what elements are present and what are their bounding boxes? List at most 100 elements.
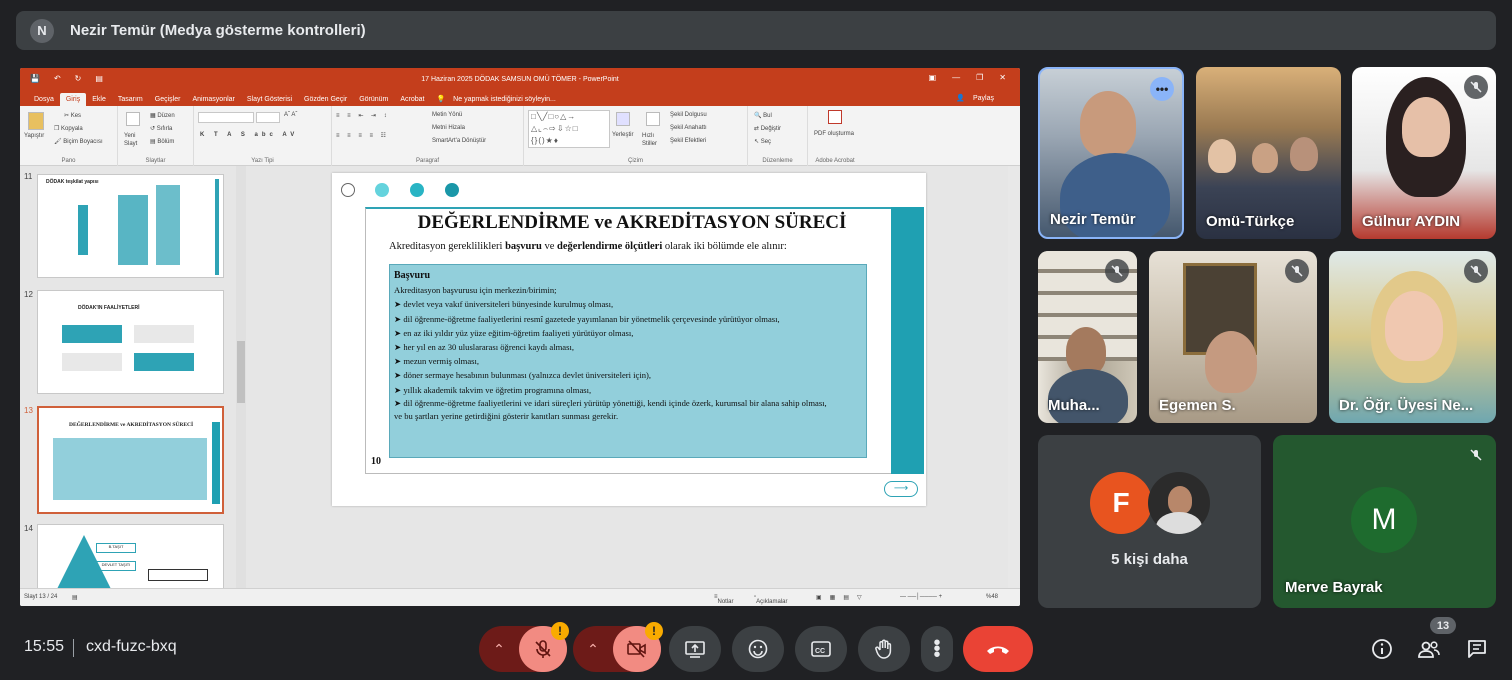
restore-icon[interactable]: ❐ [976, 73, 983, 82]
font-name-box[interactable] [198, 112, 254, 123]
minimize-icon[interactable]: — [952, 73, 960, 82]
reset-button[interactable]: ↺ Sıfırla [150, 125, 172, 132]
pdf-icon[interactable] [828, 110, 842, 124]
emoji-icon [748, 639, 768, 659]
font-grow-icon[interactable]: Aˆ Aˇ [284, 112, 297, 118]
chat-button[interactable] [1464, 636, 1490, 662]
section-button[interactable]: ▤ Bölüm [150, 138, 174, 145]
presenter-bar: N Nezir Temür (Medya gösterme kontroller… [16, 11, 1496, 50]
presenter-title[interactable]: Nezir Temür (Medya gösterme kontrolleri) [70, 22, 366, 39]
slide-thumbnail-12[interactable]: DÖDAK'IN FAALİYETLERİ [37, 290, 224, 394]
leave-call-button[interactable] [963, 626, 1033, 672]
participant-name: Muha... [1048, 397, 1100, 414]
copy-button[interactable]: ❐ Kopyala [54, 125, 83, 132]
slide-subtitle: Akreditasyon gereklilikleri başvuru ve d… [389, 241, 787, 252]
participant-tile-nezir[interactable]: ••• Nezir Temür [1038, 67, 1184, 239]
participant-name: Merve Bayrak [1285, 579, 1383, 596]
find-button[interactable]: 🔍 Bul [754, 112, 772, 119]
spellcheck-icon[interactable]: ▤ [72, 594, 78, 601]
shape-effects-button[interactable]: Şekil Efektleri [670, 138, 706, 144]
captions-button[interactable]: CC [795, 626, 847, 672]
thumbnail-scrollbar[interactable] [236, 166, 246, 596]
hand-icon [875, 639, 892, 659]
list-buttons[interactable]: ≡ ≡ ⇤ ⇥ ↕ [336, 112, 390, 119]
font-style-buttons[interactable]: K T A S abc AV [200, 132, 298, 138]
present-screen-button[interactable] [669, 626, 721, 672]
tab-ekle[interactable]: Ekle [86, 96, 112, 106]
font-size-box[interactable] [256, 112, 280, 123]
divider [73, 639, 74, 657]
tab-dosya[interactable]: Dosya [28, 96, 60, 106]
tab-gecisler[interactable]: Geçişler [149, 96, 187, 106]
paste-button[interactable]: Yapıştır [24, 133, 44, 139]
shape-outline-button[interactable]: Şekil Anahattı [670, 125, 707, 131]
thumb-shape [62, 325, 122, 343]
tab-gorunum[interactable]: Görünüm [353, 96, 394, 106]
paste-icon[interactable] [28, 112, 44, 130]
view-buttons[interactable]: ▣▦▤▽ [816, 594, 870, 601]
create-pdf-button[interactable]: PDF oluşturma [814, 130, 854, 138]
quick-styles-button[interactable]: Hızlı Stiller [642, 132, 662, 148]
arrange-icon[interactable] [616, 112, 630, 126]
shape-fill-button[interactable]: Şekil Dolgusu [670, 112, 707, 118]
bullet-text: her yıl en az 30 uluslararası öğrenci ka… [403, 342, 574, 353]
format-painter-button[interactable]: 🖌 Biçim Boyacısı [54, 138, 103, 145]
share-button[interactable]: 👤 Paylaş [950, 94, 1006, 105]
tab-giris[interactable]: Giriş [59, 93, 87, 106]
slide-thumbnail-11[interactable]: DÖDAK teşkilat yapısı [37, 174, 224, 278]
arrange-button[interactable]: Yerleştir [612, 132, 633, 138]
participant-tile-omu[interactable]: Omü-Türkçe [1196, 67, 1341, 239]
mic-off-icon [1464, 259, 1488, 283]
tab-animasyonlar[interactable]: Animasyonlar [186, 96, 240, 106]
slide-thumbnail-14[interactable]: B.TAŞIT DEVLET TAŞITI [37, 524, 224, 596]
ppt-window-title: 17 Haziran 2025 DÖDAK SAMSUN OMÜ TÖMER -… [421, 75, 619, 83]
thumb-accent-bar [212, 422, 220, 504]
layout-button[interactable]: ▦ Düzen [150, 112, 175, 119]
raise-hand-button[interactable] [858, 626, 910, 672]
quick-styles-icon[interactable] [646, 112, 660, 126]
box-intro: Akreditasyon başvurusu için merkezin/bir… [394, 285, 557, 296]
participant-tile-merve[interactable]: M Merve Bayrak [1273, 435, 1496, 608]
smartart-button[interactable]: SmartArt'a Dönüştür [432, 138, 486, 144]
ribbon-options-icon[interactable]: ▣ [929, 73, 937, 82]
select-button[interactable]: ↖ Seç [754, 138, 771, 145]
participant-tile-dr-ogr[interactable]: Dr. Öğr. Üyesi Ne... [1329, 251, 1496, 423]
align-buttons[interactable]: ≡ ≡ ≡ ≡ ☷ [336, 132, 389, 139]
more-options-button[interactable]: • • • [921, 626, 953, 672]
text-direction-button[interactable]: Metin Yönü [432, 112, 462, 118]
tab-acrobat[interactable]: Acrobat [394, 96, 430, 106]
thumb-shape [134, 325, 194, 343]
tab-slayt-gosterisi[interactable]: Slayt Gösterisi [241, 96, 298, 106]
mic-off-icon [1105, 259, 1129, 283]
close-icon[interactable]: ✕ [999, 73, 1006, 82]
tab-gozden-gecir[interactable]: Gözden Geçir [298, 96, 353, 106]
video-options-chevron-icon[interactable]: ⌃ [573, 626, 613, 672]
bullet-item: ➤ devlet veya vakıf üniversiteleri bünye… [394, 299, 614, 310]
more-participants-tile[interactable]: F 5 kişi daha [1038, 435, 1261, 608]
align-text-button[interactable]: Metni Hizala [432, 125, 465, 131]
tab-tasarim[interactable]: Tasarım [112, 96, 149, 106]
bullet-text: yıllık akademik takvim ve öğretim progra… [403, 384, 592, 395]
speaking-icon: ••• [1150, 77, 1174, 101]
people-button[interactable] [1416, 636, 1442, 662]
new-slide-icon[interactable] [126, 112, 140, 126]
zoom-slider[interactable]: — ──│──── + [900, 594, 942, 600]
participant-face [1168, 486, 1192, 514]
participant-tile-gulnur[interactable]: Gülnur AYDIN [1352, 67, 1496, 239]
canvas-scrollbar[interactable] [1008, 166, 1020, 588]
tell-me-input[interactable]: 💡 Ne yapmak istediğinizi söyleyin... [431, 95, 568, 106]
meeting-info-button[interactable] [1369, 636, 1395, 662]
participant-tile-egemen[interactable]: Egemen S. [1149, 251, 1317, 423]
participant-tile-muha[interactable]: Muha... [1038, 251, 1137, 423]
camera-off-icon [627, 640, 646, 658]
replace-button[interactable]: ⇄ Değiştir [754, 125, 781, 132]
scroll-thumb[interactable] [237, 341, 245, 403]
slide-thumbnail-13[interactable]: DEĞERLENDİRME ve AKREDİTASYON SÜRECİ [37, 406, 224, 514]
notes-button[interactable]: ≡ Notlar [714, 594, 734, 605]
cut-button[interactable]: ✂ Kes [64, 112, 81, 119]
comments-button[interactable]: ▫ Açıklamalar [754, 594, 787, 605]
new-slide-button[interactable]: Yeni Slayt [124, 132, 144, 148]
audio-options-chevron-icon[interactable]: ⌃ [479, 626, 519, 672]
shapes-gallery[interactable]: □╲╱□○△→ △⌞⌢⇨⇩☆□ {}()★♦ [528, 110, 610, 148]
reactions-button[interactable] [732, 626, 784, 672]
